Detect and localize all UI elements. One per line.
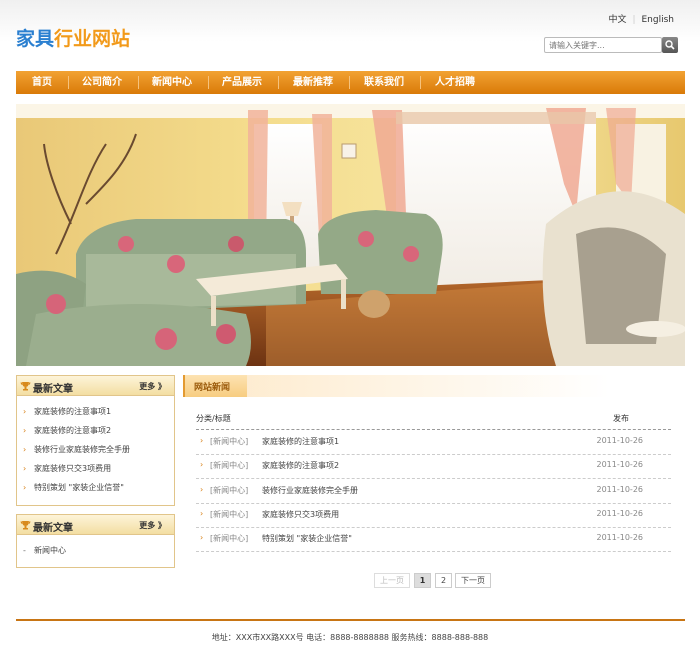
- table-row[interactable]: › [新闻中心] 装修行业家庭装修完全手册 2011-10-26: [196, 480, 671, 504]
- latest-articles-box: 最新文章 更多 》 › 家庭装修的注意事项1 › 家庭装修的注意事项2 › 装修行业家…: [16, 375, 175, 506]
- row-category[interactable]: [新闻中心]: [210, 509, 248, 520]
- nav-item-about[interactable]: 公司简介: [82, 71, 122, 94]
- row-title[interactable]: 家庭装修的注意事项2: [262, 460, 339, 471]
- column-header-title: 分类/标题: [196, 414, 231, 423]
- row-date: 2011-10-26: [596, 509, 644, 518]
- lang-english-link[interactable]: English: [642, 15, 675, 25]
- search-input[interactable]: [544, 37, 662, 53]
- nav-divider: [208, 76, 209, 89]
- category-list: - 新闻中心: [17, 535, 174, 560]
- article-link[interactable]: 家庭装修的注意事项1: [34, 407, 111, 416]
- list-item[interactable]: › 家庭装修的注意事项2: [17, 421, 174, 440]
- category-link[interactable]: 新闻中心: [34, 546, 66, 555]
- chevron-right-icon: ›: [23, 407, 27, 416]
- search-icon: [665, 40, 675, 50]
- nav-divider: [138, 76, 139, 89]
- article-link[interactable]: 家庭装修的注意事项2: [34, 426, 111, 435]
- row-category[interactable]: [新闻中心]: [210, 533, 248, 544]
- site-logo[interactable]: 家具行业网站: [16, 24, 130, 51]
- footer-contact: 地址：XXX市XX路XXX号 电话：8888-8888888 服务热线：8888…: [211, 633, 489, 642]
- page-2-button[interactable]: 2: [435, 573, 452, 588]
- logo-part1: 家具: [16, 28, 55, 50]
- row-title[interactable]: 家庭装修的注意事项1: [262, 436, 339, 447]
- trophy-icon: [20, 521, 31, 530]
- nav-divider: [420, 76, 421, 89]
- row-date: 2011-10-26: [596, 533, 644, 542]
- table-row[interactable]: › [新闻中心] 家庭装修只交3项费用 2011-10-26: [196, 504, 671, 528]
- box-title: 最新文章: [33, 384, 73, 395]
- article-link[interactable]: 装修行业家庭装修完全手册: [34, 445, 130, 454]
- main-nav: 首页 公司简介 新闻中心 产品展示 最新推荐 联系我们 人才招聘: [16, 71, 685, 94]
- more-link[interactable]: 更多 》: [139, 381, 166, 392]
- chevron-right-icon: ›: [23, 483, 27, 492]
- dash-icon: -: [23, 546, 26, 555]
- box-header: 最新文章 更多 》: [17, 515, 174, 535]
- nav-item-home[interactable]: 首页: [32, 71, 52, 94]
- row-title[interactable]: 特别策划 "家装企业信誉": [262, 533, 352, 544]
- chevron-right-icon: ›: [200, 460, 204, 469]
- box-title: 最新文章: [33, 523, 73, 534]
- row-date: 2011-10-26: [596, 485, 644, 494]
- list-item[interactable]: › 装修行业家庭装修完全手册: [17, 440, 174, 459]
- page-1-button[interactable]: 1: [414, 573, 431, 588]
- lang-divider: |: [632, 15, 636, 25]
- chevron-right-icon: ›: [200, 509, 204, 518]
- news-section-header: 网站新闻: [183, 375, 685, 397]
- living-room-photo: [16, 104, 685, 366]
- list-item[interactable]: › 特别策划 "家装企业信誉": [17, 478, 174, 497]
- lang-chinese-link[interactable]: 中文: [608, 12, 626, 25]
- row-date: 2011-10-26: [596, 436, 644, 445]
- language-switcher: 中文 | English: [608, 12, 674, 25]
- list-item[interactable]: › 家庭装修只交3项费用: [17, 459, 174, 478]
- chevron-right-icon: ›: [23, 464, 27, 473]
- row-category[interactable]: [新闻中心]: [210, 485, 248, 496]
- column-header-date: 发布: [613, 414, 629, 423]
- trophy-icon: [20, 382, 31, 391]
- tab-site-news[interactable]: 网站新闻: [183, 375, 247, 397]
- nav-divider: [278, 76, 279, 89]
- table-row[interactable]: › [新闻中心] 特别策划 "家装企业信誉" 2011-10-26: [196, 528, 671, 552]
- banner-image: [16, 104, 685, 366]
- category-box: 最新文章 更多 》 - 新闻中心: [16, 514, 175, 568]
- row-title[interactable]: 装修行业家庭装修完全手册: [262, 485, 358, 496]
- article-link[interactable]: 特别策划 "家装企业信誉": [34, 483, 124, 492]
- prev-page-button[interactable]: 上一页: [374, 573, 410, 588]
- box-header: 最新文章 更多 》: [17, 376, 174, 396]
- nav-item-contact[interactable]: 联系我们: [364, 71, 404, 94]
- row-title[interactable]: 家庭装修只交3项费用: [262, 509, 339, 520]
- logo-part2: 行业网站: [54, 28, 131, 50]
- table-row[interactable]: › [新闻中心] 家庭装修的注意事项1 2011-10-26: [196, 431, 671, 455]
- list-item[interactable]: › 家庭装修的注意事项1: [17, 402, 174, 421]
- chevron-right-icon: ›: [200, 485, 204, 494]
- search-button[interactable]: [662, 37, 678, 53]
- nav-divider: [68, 76, 69, 89]
- nav-item-recommend[interactable]: 最新推荐: [293, 71, 333, 94]
- tab-label: 网站新闻: [194, 383, 231, 393]
- nav-divider: [349, 76, 350, 89]
- chevron-right-icon: ›: [23, 445, 27, 454]
- article-list: › 家庭装修的注意事项1 › 家庭装修的注意事项2 › 装修行业家庭装修完全手册 › 家…: [17, 396, 174, 497]
- news-table-header: 分类/标题 发布: [196, 412, 671, 430]
- row-category[interactable]: [新闻中心]: [210, 460, 248, 471]
- chevron-right-icon: ›: [200, 436, 204, 445]
- footer-divider: [16, 619, 685, 621]
- table-row[interactable]: › [新闻中心] 家庭装修的注意事项2 2011-10-26: [196, 455, 671, 479]
- nav-item-products[interactable]: 产品展示: [222, 71, 262, 94]
- row-date: 2011-10-26: [596, 460, 644, 469]
- more-link[interactable]: 更多 》: [139, 520, 166, 531]
- search-box: [544, 37, 678, 53]
- nav-item-news[interactable]: 新闻中心: [152, 71, 192, 94]
- chevron-right-icon: ›: [200, 533, 204, 542]
- article-link[interactable]: 家庭装修只交3项费用: [34, 464, 111, 473]
- nav-item-jobs[interactable]: 人才招聘: [435, 71, 475, 94]
- row-category[interactable]: [新闻中心]: [210, 436, 248, 447]
- list-item[interactable]: - 新闻中心: [17, 541, 174, 560]
- chevron-right-icon: ›: [23, 426, 27, 435]
- next-page-button[interactable]: 下一页: [455, 573, 491, 588]
